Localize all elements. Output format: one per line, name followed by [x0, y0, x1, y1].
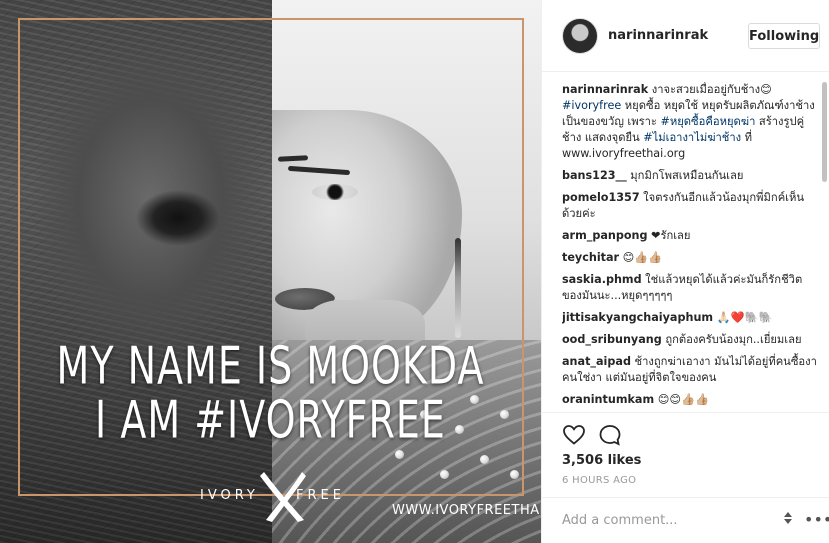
- comment-username[interactable]: bans123__: [562, 169, 627, 182]
- comment-username[interactable]: saskia.phmd: [562, 273, 642, 286]
- likes-count[interactable]: 3,506 likes: [562, 453, 641, 468]
- headline-line1: MY NAME IS MOOKDA: [56, 336, 485, 396]
- comment-item: jittisakyangchaiyaphum 🙏🏻❤️🐘🐘: [562, 310, 818, 326]
- caption-username[interactable]: narinnarinrak: [562, 83, 648, 96]
- post-side-panel: narinnarinrak Following narinnarinrak งา…: [541, 0, 829, 543]
- earring: [455, 238, 461, 338]
- hashtag-link[interactable]: #ไม่เอางาไม่ฆ่าช้าง: [643, 131, 741, 144]
- comment-username[interactable]: oranintumkam: [562, 393, 654, 406]
- comment-username[interactable]: ood_sribunyang: [562, 333, 662, 346]
- pearl: [440, 470, 449, 479]
- comment-item: oranintumkam 😊😊👍🏼👍🏼: [562, 392, 818, 408]
- more-options-icon[interactable]: •••: [804, 510, 829, 529]
- eye: [312, 184, 358, 200]
- post-header: narinnarinrak Following: [542, 0, 829, 72]
- post-image[interactable]: MY NAME IS MOOKDA I AM #IVORYFREE IVORY …: [0, 0, 541, 543]
- comment-username[interactable]: teychitar: [562, 251, 619, 264]
- headline-line2: I AM #IVORYFREE: [95, 390, 446, 450]
- arrow-up-icon: [784, 512, 792, 517]
- site-url-text: WWW.IVORYFREETHAI.ORG: [392, 503, 541, 518]
- scrollbar-thumb[interactable]: [822, 82, 827, 182]
- comment-item: teychitar 😊👍🏼👍🏼: [562, 250, 818, 266]
- following-button[interactable]: Following: [748, 23, 820, 49]
- comments-scrollbar[interactable]: [821, 82, 828, 412]
- comment-text: มุกมิกโพสเหมือนกันเลย: [630, 169, 744, 182]
- comment-item: saskia.phmd ใช่แล้วหยุดได้แล้วค่ะมันก็รั…: [562, 272, 818, 304]
- ivoryfree-logo: IVORY FREE: [200, 466, 350, 526]
- comment-item: arm_panpong ❤รักเลย: [562, 228, 818, 244]
- add-comment-bar: •••: [542, 497, 829, 543]
- logo-text-free: FREE: [296, 488, 345, 503]
- heart-icon[interactable]: [562, 423, 586, 447]
- caption: narinnarinrak งาจะสวยเมื่ออยู่กับช้าง😊 #…: [562, 82, 818, 162]
- post-timestamp[interactable]: 6 HOURS AGO: [562, 475, 636, 486]
- pearl: [510, 470, 519, 479]
- comment-item: anat_aipad ช้างถูกฆ่าเอางา มันไม่ได้อยู่…: [562, 354, 818, 386]
- comment-item: bans123__ มุกมิกโพสเหมือนกันเลย: [562, 168, 818, 184]
- comment-username[interactable]: pomelo1357: [562, 191, 640, 204]
- caption-text: งาจะสวยเมื่ออยู่กับช้าง😊: [648, 83, 772, 96]
- comment-username[interactable]: anat_aipad: [562, 355, 631, 368]
- arrow-down-icon: [784, 519, 792, 524]
- comment-text: ❤รักเลย: [651, 229, 691, 242]
- comment-input[interactable]: [562, 508, 772, 532]
- comment-text: 🙏🏻❤️🐘🐘: [716, 311, 773, 324]
- comment-text: 😊😊👍🏼👍🏼: [657, 393, 709, 406]
- comment-item: pomelo1357 ใจตรงกันอีกแล้วน้องมุกพี่มิกค…: [562, 190, 818, 222]
- comment-bubble-icon[interactable]: [598, 423, 622, 447]
- comments-list[interactable]: narinnarinrak งาจะสวยเมื่ออยู่กับช้าง😊 #…: [562, 82, 818, 412]
- post-actions: 3,506 likes 6 HOURS AGO: [542, 412, 829, 497]
- comment-text: 😊👍🏼👍🏼: [622, 251, 663, 264]
- comment-item: ood_sribunyang ถูกต้องครับน้องมุก..เยี่ย…: [562, 332, 818, 348]
- comment-text: ถูกต้องครับน้องมุก..เยี่ยมเลย: [665, 333, 802, 346]
- pearl: [480, 455, 489, 464]
- header-username[interactable]: narinnarinrak: [608, 28, 708, 43]
- pearl: [395, 450, 404, 459]
- comment-username[interactable]: jittisakyangchaiyaphum: [562, 311, 713, 324]
- scroll-arrows-icon[interactable]: [780, 510, 796, 530]
- hashtag-link[interactable]: #หยุดซื้อคือหยุดฆ่า: [660, 115, 755, 128]
- comment-username[interactable]: arm_panpong: [562, 229, 648, 242]
- logo-text-ivory: IVORY: [200, 488, 259, 503]
- elephant-half: [0, 0, 272, 543]
- avatar[interactable]: [562, 18, 598, 54]
- hashtag-link[interactable]: #ivoryfree: [562, 99, 621, 112]
